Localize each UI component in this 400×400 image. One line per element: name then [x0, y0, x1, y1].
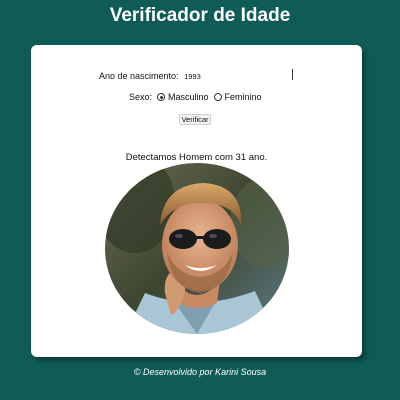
radio-feminino[interactable]	[213, 93, 222, 101]
radio-masculino-label[interactable]: Masculino	[168, 92, 209, 102]
sex-row: Sexo: Masculino Feminino	[129, 92, 262, 102]
verifier-card: Ano de nascimento: Sexo: Masculino Femin…	[31, 45, 362, 357]
result-text: Detectamos Homem com 31 ano.	[125, 152, 268, 163]
radio-masculino[interactable]	[157, 93, 166, 101]
photo-illustration	[105, 163, 289, 334]
radio-feminino-label[interactable]: Feminino	[225, 92, 262, 102]
page-title: Verificador de Idade	[109, 5, 291, 26]
year-row: Ano de nascimento:	[99, 71, 285, 81]
year-label: Ano de nascimento:	[99, 71, 179, 81]
verify-button[interactable]: Verificar	[179, 114, 211, 125]
footer-credit: © Desenvolvido por Karini Sousa	[133, 367, 267, 377]
text-cursor	[292, 69, 293, 80]
page: Verificador de Idade Ano de nascimento: …	[0, 0, 400, 400]
man-with-sunglasses-photo	[105, 163, 289, 334]
sex-label: Sexo:	[129, 92, 153, 102]
year-input[interactable]	[184, 72, 285, 81]
